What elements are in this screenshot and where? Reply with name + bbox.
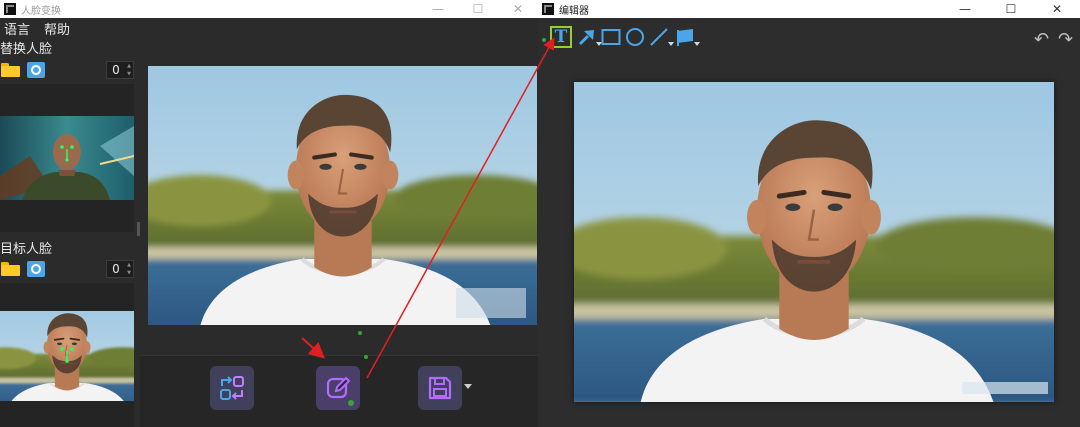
- minimize-button[interactable]: —: [942, 0, 988, 18]
- folder-icon[interactable]: [1, 63, 21, 77]
- target-face-slot[interactable]: [0, 283, 134, 427]
- target-face-label: 目标人脸: [0, 242, 53, 257]
- swap-face-button[interactable]: [210, 366, 254, 410]
- target-face-thumbnail[interactable]: [0, 311, 134, 401]
- rectangle-tool-button[interactable]: [600, 26, 622, 48]
- target-face-image: [0, 311, 134, 401]
- editor-window: 编辑器 — ☐ ✕ T ↶ ↷: [538, 0, 1080, 427]
- source-count-spinner[interactable]: 0 ▲ ▼: [106, 61, 134, 79]
- left-window-body: 语言 帮助 替换人脸 0 ▲ ▼ 目标人脸 0 ▲ ▼: [0, 18, 538, 427]
- chevron-up-icon[interactable]: ▲: [127, 63, 131, 69]
- editor-window-title: 编辑器: [559, 5, 589, 17]
- arrow-icon: [578, 30, 594, 46]
- source-face-slot[interactable]: [0, 84, 134, 232]
- undo-button[interactable]: ↶: [1034, 29, 1049, 50]
- source-face-label: 替换人脸: [0, 42, 53, 57]
- camera-icon[interactable]: [27, 261, 45, 277]
- maximize-button[interactable]: ☐: [458, 0, 498, 18]
- menu-bar: 语言 帮助: [0, 18, 80, 38]
- menu-language[interactable]: 语言: [4, 19, 30, 38]
- panel-splitter[interactable]: [137, 222, 140, 236]
- edit-button[interactable]: [316, 366, 360, 410]
- editor-canvas-image: [574, 82, 1054, 402]
- ellipse-tool-button[interactable]: [624, 26, 646, 48]
- text-tool-button[interactable]: T: [550, 26, 572, 48]
- window-controls: — ☐ ✕: [418, 0, 538, 18]
- line-tool-button[interactable]: [648, 26, 674, 48]
- maximize-button[interactable]: ☐: [988, 0, 1034, 18]
- window-controls: — ☐ ✕: [942, 0, 1080, 18]
- save-dropdown-caret-icon[interactable]: [464, 384, 472, 389]
- redo-button[interactable]: ↷: [1058, 29, 1073, 50]
- source-face-toolbar: 0 ▲ ▼: [0, 60, 138, 80]
- chevron-down-icon[interactable]: ▼: [127, 270, 131, 276]
- flag-icon: [677, 29, 693, 46]
- edit-pencil-icon: [326, 376, 351, 399]
- result-preview-image: [148, 66, 537, 325]
- source-face-thumbnail[interactable]: [0, 116, 134, 200]
- close-button[interactable]: ✕: [1034, 0, 1080, 18]
- left-titlebar[interactable]: 人脸变换 — ☐ ✕: [0, 0, 538, 18]
- line-icon: [650, 28, 668, 46]
- camera-icon[interactable]: [27, 62, 45, 78]
- editor-toolbar: T ↶ ↷: [538, 22, 1080, 52]
- swap-arrows-icon: [220, 376, 244, 400]
- folder-icon[interactable]: [1, 262, 21, 276]
- rectangle-icon: [601, 29, 621, 45]
- right-titlebar[interactable]: 编辑器 — ☐ ✕: [538, 0, 1080, 18]
- chevron-up-icon[interactable]: ▲: [127, 262, 131, 268]
- result-preview[interactable]: [148, 66, 537, 325]
- app-icon: [4, 3, 16, 15]
- spinner-arrows[interactable]: ▲ ▼: [125, 62, 133, 78]
- editor-body: T ↶ ↷: [538, 18, 1080, 427]
- window-title: 人脸变换: [21, 5, 61, 17]
- source-count-value: 0: [112, 63, 120, 77]
- chevron-down-icon[interactable]: [694, 42, 700, 46]
- target-count-value: 0: [112, 262, 120, 276]
- action-bar: [140, 355, 538, 427]
- editor-canvas[interactable]: [574, 82, 1054, 402]
- arrow-tool-button[interactable]: [576, 26, 602, 48]
- floppy-disk-icon: [428, 376, 452, 400]
- source-face-image: [0, 116, 134, 200]
- ellipse-icon: [626, 28, 644, 46]
- chevron-down-icon[interactable]: ▼: [127, 71, 131, 77]
- save-button[interactable]: [418, 366, 462, 410]
- spinner-arrows[interactable]: ▲ ▼: [125, 261, 133, 277]
- close-button[interactable]: ✕: [498, 0, 538, 18]
- menu-help[interactable]: 帮助: [44, 19, 70, 38]
- target-count-spinner[interactable]: 0 ▲ ▼: [106, 260, 134, 278]
- face-swap-window: 人脸变换 — ☐ ✕ 语言 帮助 替换人脸 0 ▲ ▼ 目标人脸 0 ▲ ▼: [0, 0, 538, 427]
- target-face-toolbar: 0 ▲ ▼: [0, 259, 138, 279]
- color-tool-button[interactable]: [674, 26, 700, 48]
- minimize-button[interactable]: —: [418, 0, 458, 18]
- app-icon: [542, 3, 554, 15]
